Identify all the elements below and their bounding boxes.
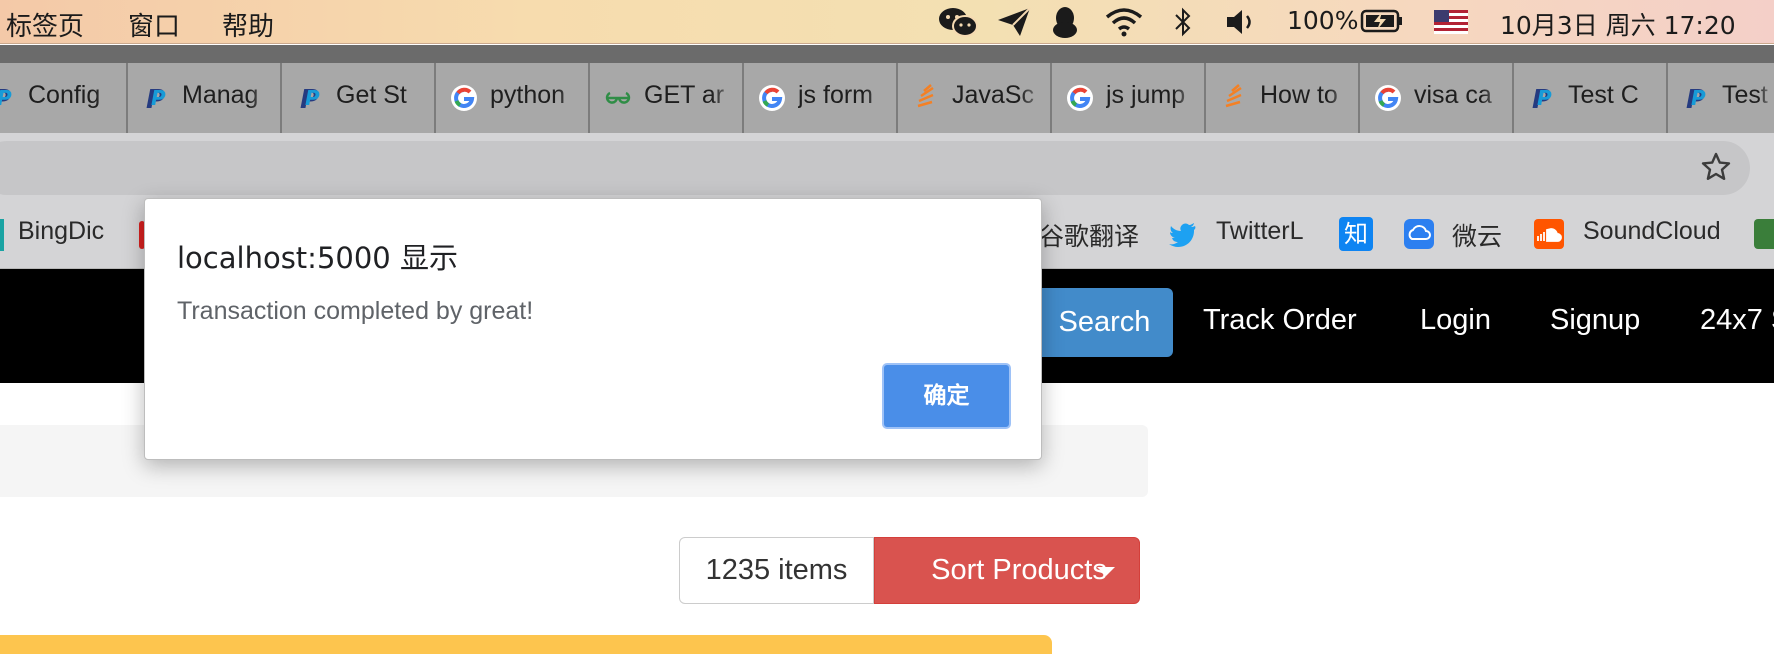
- sort-products-button[interactable]: Sort Products: [874, 537, 1140, 604]
- search-button[interactable]: Search: [1036, 288, 1173, 357]
- svg-text:P: P: [305, 86, 320, 110]
- browser-tab[interactable]: JavaSc: [898, 63, 1052, 133]
- svg-text:P: P: [1537, 86, 1552, 110]
- stackoverflow-icon: [1225, 84, 1242, 108]
- google-icon: [1375, 85, 1401, 111]
- bookmark-twitterl[interactable]: TwitterL: [1216, 217, 1304, 246]
- paper-plane-icon[interactable]: [996, 6, 1032, 38]
- twitter-icon: [1169, 223, 1196, 247]
- qq-icon[interactable]: [1050, 6, 1080, 40]
- macos-menubar: 标签页 窗口 帮助 100% 10月3日 周六 17:20: [0, 0, 1774, 44]
- browser-tab[interactable]: How to: [1206, 63, 1360, 133]
- browser-tab[interactable]: GET ar: [590, 63, 744, 133]
- bookmark-icon[interactable]: [1754, 219, 1774, 249]
- browser-tab[interactable]: PP Manag: [128, 63, 282, 133]
- tab-title: Test: [1722, 81, 1768, 109]
- paypal-icon: PP: [146, 85, 166, 112]
- tab-title: GET ar: [644, 81, 725, 109]
- tab-title: Get St: [336, 81, 407, 109]
- alert-dialog: localhost:5000 显示 Transaction completed …: [144, 198, 1042, 460]
- tab-title: Test C: [1568, 81, 1639, 109]
- stackoverflow-icon: [917, 84, 934, 108]
- address-bar[interactable]: [0, 141, 1750, 195]
- paypal-icon: PP: [1686, 85, 1706, 112]
- volume-icon[interactable]: [1224, 6, 1258, 38]
- clock[interactable]: 10月3日 周六 17:20: [1500, 6, 1736, 42]
- product-card-header: [0, 635, 1052, 654]
- browser-tab[interactable]: python: [436, 63, 590, 133]
- browser-tab[interactable]: js form: [744, 63, 898, 133]
- geeksforgeeks-icon: [605, 91, 631, 104]
- paypal-icon: PP: [0, 85, 12, 112]
- bookmark-weiyun[interactable]: 微云: [1452, 217, 1502, 253]
- tab-title: js form: [798, 81, 873, 109]
- wechat-icon[interactable]: [938, 6, 978, 38]
- google-icon: [759, 85, 785, 111]
- bingdic-icon: [0, 219, 4, 251]
- dialog-title: localhost:5000 显示: [177, 241, 458, 275]
- browser-tab-strip: PP Config PP Manag PP Get St python GET …: [0, 45, 1774, 133]
- google-icon: [1067, 85, 1093, 111]
- browser-tab[interactable]: PP Config: [0, 63, 128, 133]
- bookmark-zhihu[interactable]: 知: [1339, 217, 1373, 251]
- nav-support[interactable]: 24x7 S: [1700, 304, 1774, 337]
- bookmark-bingdic[interactable]: BingDic: [18, 217, 104, 246]
- paypal-icon: PP: [1532, 85, 1552, 112]
- menu-tabs[interactable]: 标签页: [6, 6, 84, 43]
- browser-tab[interactable]: PP Get St: [282, 63, 436, 133]
- nav-track-order[interactable]: Track Order: [1203, 304, 1357, 337]
- tab-title: python: [490, 81, 566, 109]
- tab-title: How to: [1260, 81, 1338, 109]
- tab-title: visa ca: [1414, 81, 1492, 109]
- soundcloud-icon: [1534, 219, 1564, 249]
- tab-title: JavaSc: [952, 81, 1034, 109]
- svg-text:P: P: [151, 86, 166, 110]
- bookmark-soundcloud[interactable]: SoundCloud: [1583, 217, 1721, 246]
- menu-help[interactable]: 帮助: [222, 6, 274, 43]
- ok-button[interactable]: 确定: [882, 363, 1011, 429]
- browser-tab[interactable]: PP Test: [1668, 63, 1774, 133]
- nav-signup[interactable]: Signup: [1550, 304, 1640, 337]
- browser-tab[interactable]: PP Test C: [1514, 63, 1668, 133]
- dialog-message: Transaction completed by great!: [177, 297, 534, 325]
- bookmark-google-translate[interactable]: 谷歌翻译: [1039, 217, 1139, 253]
- sort-products-label: Sort Products: [931, 554, 1107, 586]
- caret-down-icon: [1097, 567, 1115, 576]
- menu-window[interactable]: 窗口: [128, 6, 180, 43]
- bookmark-star-icon[interactable]: [1700, 151, 1732, 183]
- weiyun-icon: [1404, 219, 1434, 249]
- us-flag-icon[interactable]: [1434, 10, 1468, 34]
- battery-charging-icon[interactable]: [1360, 6, 1404, 36]
- google-icon: [451, 85, 477, 111]
- address-bar-row: [0, 133, 1774, 203]
- items-count: 1235 items: [679, 537, 874, 604]
- tab-title: js jump: [1106, 81, 1186, 109]
- browser-tab[interactable]: js jump: [1052, 63, 1206, 133]
- tab-title: Config: [28, 81, 101, 109]
- bluetooth-icon[interactable]: [1172, 6, 1194, 38]
- svg-text:P: P: [1691, 86, 1706, 110]
- svg-text:P: P: [0, 86, 12, 110]
- battery-percent: 100%: [1287, 6, 1359, 35]
- browser-tab[interactable]: visa ca: [1360, 63, 1514, 133]
- paypal-icon: PP: [300, 85, 320, 112]
- nav-login[interactable]: Login: [1420, 304, 1491, 337]
- wifi-icon[interactable]: [1104, 6, 1144, 38]
- tab-title: Manag: [182, 81, 259, 109]
